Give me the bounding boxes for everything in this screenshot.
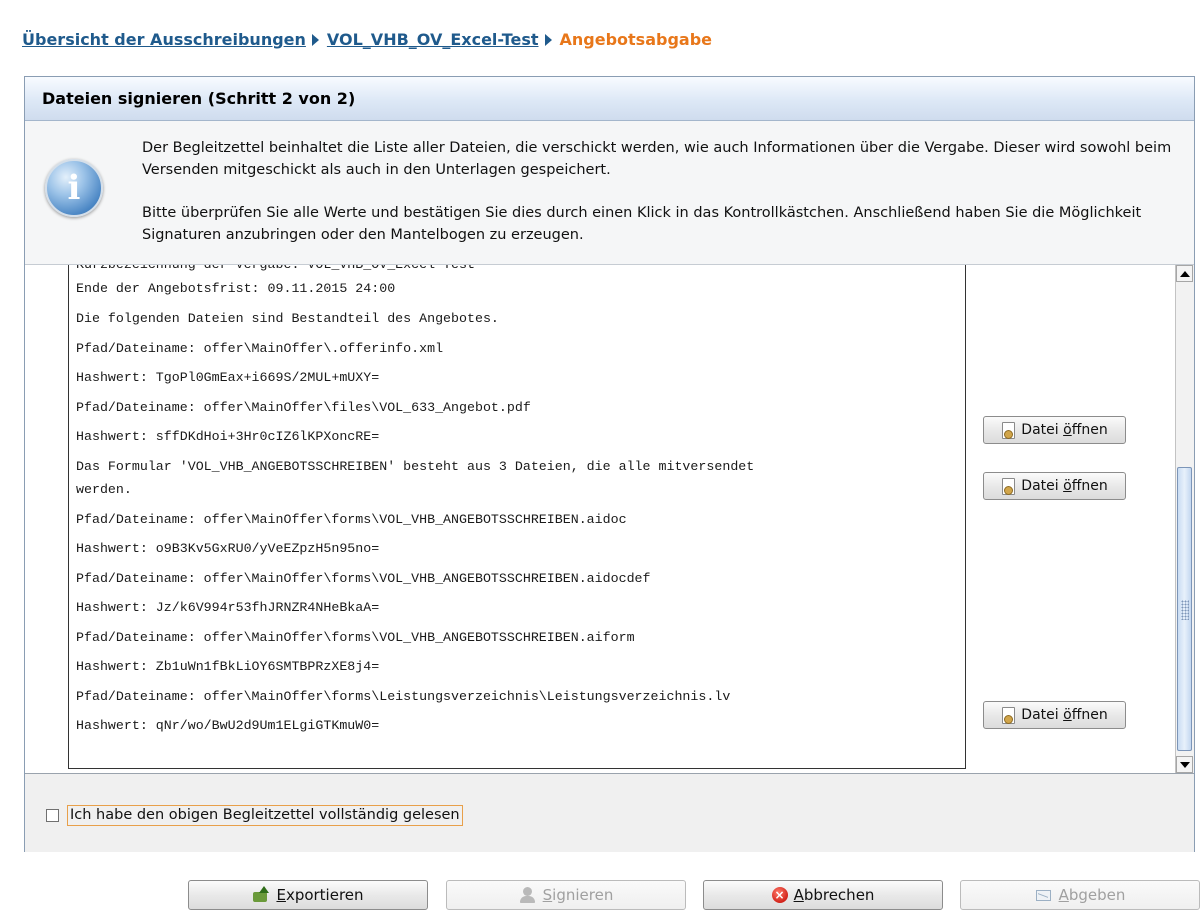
cancel-label: Abbrechen [793,886,875,904]
open-file-button-3[interactable]: Datei öffnen [983,701,1126,729]
doc-line: Pfad/Dateiname: offer\MainOffer\forms\VO… [76,571,651,586]
doc-line: Die folgenden Dateien sind Bestandteil d… [76,311,499,326]
cancel-button[interactable]: × Abbrechen [703,880,943,910]
open-file-button-2[interactable]: Datei öffnen [983,472,1126,500]
confirm-row: Ich habe den obigen Begleitzettel vollst… [25,774,1194,852]
doc-line: Pfad/Dateiname: offer\MainOffer\.offerin… [76,341,444,356]
info-paragraph-2: Bitte überprüfen Sie alle Werte und best… [142,205,1142,243]
open-file-label: Datei öffnen [1021,707,1108,723]
doc-line: Pfad/Dateiname: offer\MainOffer\files\VO… [76,400,531,415]
info-icon: i [45,159,103,217]
breadcrumb-arrow-icon [544,34,552,46]
submit-button[interactable]: Abgeben [960,880,1200,910]
export-button[interactable]: Exportieren [188,880,428,910]
open-file-label: Datei öffnen [1021,422,1108,438]
doc-line: Ende der Angebotsfrist: 09.11.2015 24:00 [76,281,396,296]
export-icon [252,886,270,904]
doc-line: Kurzbezeichnung der Vergabe: VOL_VHB_OV_… [76,265,475,273]
sign-icon [519,886,537,904]
cancel-icon: × [771,887,788,903]
file-icon [1001,422,1016,439]
open-file-button-1[interactable]: Datei öffnen [983,416,1126,444]
file-icon [1001,707,1016,724]
info-box: i Der Begleitzettel beinhaltet die Liste… [25,121,1194,265]
sign-button[interactable]: Signieren [446,880,686,910]
doc-line: Hashwert: o9B3Kv5GxRU0/yVeEZpzH5n95no= [76,541,380,556]
doc-line: Hashwert: sffDKdHoi+3Hr0cIZ6lKPXoncRE= [76,429,380,444]
doc-line: Das Formular 'VOL_VHB_ANGEBOTSSCHREIBEN'… [76,459,755,474]
submit-label: Abgeben [1058,886,1126,904]
cover-sheet-document: Kurzbezeichnung der Vergabe: VOL_VHB_OV_… [68,265,966,769]
sign-label: Signieren [542,886,614,904]
breadcrumb: Übersicht der Ausschreibungen VOL_VHB_OV_… [22,30,712,49]
read-confirm-label[interactable]: Ich habe den obigen Begleitzettel vollst… [67,805,463,826]
breadcrumb-link-tender[interactable]: VOL_VHB_OV_Excel-Test [327,30,539,49]
submit-icon [1035,886,1053,904]
doc-line: werden. [76,482,132,497]
scroll-up-arrow-icon[interactable] [1176,265,1193,282]
scrollbar-grip-icon [1181,600,1189,620]
doc-line: Hashwert: TgoPl0GmEax+i669S/2MUL+mUXY= [76,370,380,385]
doc-line: Hashwert: Zb1uWn1fBkLiOY6SMTBPRzXE8j4= [76,659,380,674]
doc-line: Pfad/Dateiname: offer\MainOffer\forms\VO… [76,512,627,527]
info-text: Der Begleitzettel beinhaltet die Liste a… [142,137,1172,246]
vertical-scrollbar[interactable] [1175,265,1194,773]
export-label: Exportieren [276,886,364,904]
doc-line: Pfad/Dateiname: offer\MainOffer\forms\Le… [76,689,731,704]
doc-line: Pfad/Dateiname: offer\MainOffer\forms\VO… [76,630,635,645]
scroll-down-arrow-icon[interactable] [1176,756,1193,773]
cover-sheet-scroll-area[interactable]: Kurzbezeichnung der Vergabe: VOL_VHB_OV_… [25,265,1194,774]
scrollbar-thumb[interactable] [1177,467,1192,751]
file-icon [1001,478,1016,495]
open-file-label: Datei öffnen [1021,478,1108,494]
info-paragraph-1: Der Begleitzettel beinhaltet die Liste a… [142,140,1172,178]
sign-files-panel: Dateien signieren (Schritt 2 von 2) i De… [24,76,1195,852]
breadcrumb-arrow-icon [311,34,319,46]
panel-title: Dateien signieren (Schritt 2 von 2) [25,77,1194,121]
read-confirm-checkbox[interactable] [46,809,59,822]
breadcrumb-link-overview[interactable]: Übersicht der Ausschreibungen [22,30,306,49]
doc-line: Hashwert: qNr/wo/BwU2d9Um1ELgiGTKmuW0= [76,718,380,733]
doc-line: Hashwert: Jz/k6V994r53fhJRNZR4NHeBkaA= [76,600,380,615]
breadcrumb-current: Angebotsabgabe [559,30,713,49]
